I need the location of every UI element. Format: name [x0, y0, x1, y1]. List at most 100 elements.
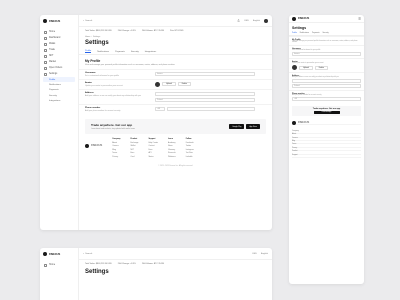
- address-row: Address Add your address so we can notify…: [289, 72, 364, 90]
- username-row: Username Set a customized nickname for yo…: [289, 45, 364, 58]
- download-app-button[interactable]: Download App: [313, 111, 340, 115]
- ticker-item: 24H Volume: BTC 35.3M: [141, 30, 164, 32]
- logo: FINEXUS: [43, 19, 75, 23]
- field-hint: Add your phone number for account securi…: [85, 109, 121, 112]
- market-ticker: Total Value: $803,213.30 USD 24H Change:…: [79, 27, 272, 35]
- mobile-top-bar: FINEXUS ☰: [289, 15, 364, 23]
- avatar[interactable]: [264, 18, 268, 23]
- footer-column: Product Exchange Wallet NFT Earn Card: [130, 138, 139, 158]
- sidebar-sub-integrations[interactable]: Integrations: [43, 99, 75, 104]
- tab-security[interactable]: Security: [323, 32, 329, 34]
- language-select[interactable]: English: [253, 20, 260, 22]
- desktop-window: FINEXUS Home Dashboard Wallet Trade NFT …: [40, 15, 272, 230]
- avatar: [155, 82, 160, 87]
- app-promo-banner: Trade anywhere. Get our app Download App: [292, 106, 361, 117]
- dashboard-icon: [44, 36, 47, 40]
- avatar-row: Avatar Update your avatar to personalize …: [289, 58, 364, 72]
- phone-field[interactable]: +48: [292, 97, 361, 101]
- address-field[interactable]: [155, 92, 255, 96]
- footer-logo: FINEXUS: [292, 120, 361, 125]
- tab-payments[interactable]: Payments: [312, 32, 320, 34]
- country-select[interactable]: Poland: [292, 84, 361, 88]
- bell-icon[interactable]: 🔔︎: [237, 19, 240, 22]
- promo-subtitle: Learn about trade markets, stay updated …: [91, 127, 135, 130]
- country-code-select[interactable]: +48: [155, 107, 165, 111]
- page-title: Settings: [85, 269, 109, 275]
- breadcrumb-home[interactable]: Home: [85, 36, 90, 38]
- mobile-window: FINEXUS ☰ Settings Profile Notifications…: [289, 15, 364, 284]
- tab-profile[interactable]: Profile: [292, 32, 297, 34]
- menu-icon[interactable]: ☰: [358, 17, 361, 21]
- page-title: Settings: [292, 26, 307, 30]
- copyright: © 2023 - 2025 Finexus Inc. All rights re…: [158, 164, 193, 167]
- tab-notifications[interactable]: Notifications: [300, 32, 309, 34]
- footer-column: Learn Academy News Glossary Research Webinars: [168, 138, 176, 158]
- ticker-item: 24H Change: +8.3%: [117, 30, 136, 32]
- tab-integrations[interactable]: Integrations: [145, 51, 156, 53]
- username-field[interactable]: finexus: [292, 52, 361, 56]
- section-header: My Profile View and manage your personal …: [289, 36, 364, 45]
- top-bar: ⌕ Search USD English: [79, 248, 272, 260]
- footer: FINEXUS Company About Careers Blog Terms Priv…: [79, 134, 272, 164]
- breadcrumb-current: Settings: [93, 36, 101, 38]
- address-field[interactable]: [292, 79, 361, 83]
- desktop-window-secondary: FINEXUS Home ⌕ Search USD English Total V…: [40, 248, 272, 300]
- logo-icon: [43, 252, 47, 256]
- logo-icon: [292, 16, 296, 21]
- phone-row: Phone number Add your phone number for ac…: [289, 90, 364, 103]
- app-promo-banner: Trade anywhere. Get our app Learn about t…: [85, 119, 266, 134]
- main-content: ⌕ Search 🔔︎ USD English Total Value: $803…: [79, 15, 272, 230]
- market-icon: [44, 60, 47, 64]
- tab-security[interactable]: Security: [131, 51, 139, 53]
- footer: FINEXUS Company About Careers Blog Terms…: [289, 119, 364, 160]
- orders-icon: [44, 66, 47, 70]
- ticker-item: Pair: BTC/USD: [169, 30, 184, 32]
- sidebar-item-home[interactable]: Home: [43, 262, 75, 268]
- logo: FINEXUS: [43, 252, 75, 256]
- footer-link[interactable]: Support: [292, 155, 361, 158]
- language-select[interactable]: English: [261, 253, 268, 255]
- chevron-right-icon: ›: [91, 36, 93, 38]
- delete-button[interactable]: Delete: [314, 65, 328, 70]
- sidebar: FINEXUS Home Dashboard Wallet Trade NFT …: [40, 15, 79, 230]
- section-title: My Profile: [85, 59, 101, 63]
- tab-payments[interactable]: Payments: [115, 51, 125, 53]
- phone-field[interactable]: [167, 107, 255, 111]
- footer-logo: FINEXUS: [85, 138, 102, 154]
- search-input[interactable]: ⌕ Search: [83, 251, 123, 256]
- upload-button[interactable]: Upload: [162, 82, 176, 86]
- tab-profile[interactable]: Profile: [85, 50, 92, 53]
- gear-icon: [44, 72, 47, 76]
- home-icon: [44, 263, 47, 267]
- field-hint: Add your address so we can notify you ab…: [85, 94, 142, 97]
- username-row: Username Set a customized nickname for yo…: [79, 69, 272, 79]
- logo-icon: [85, 143, 89, 148]
- market-ticker: Total Value: $803,213.30 USD 24H Change:…: [85, 263, 164, 265]
- brand-name: FINEXUS: [49, 19, 61, 23]
- page-title: Settings: [85, 40, 109, 46]
- logo: FINEXUS: [292, 16, 309, 21]
- currency-select[interactable]: USD: [252, 253, 257, 255]
- ticker-item: Total Value: $803,213.30 USD: [85, 30, 112, 32]
- app-store-button[interactable]: App Store: [246, 124, 260, 129]
- country-select[interactable]: Poland: [155, 98, 255, 102]
- logo-icon: [292, 120, 296, 125]
- nft-icon: [44, 54, 47, 58]
- phone-row: Phone number Add your phone number for ac…: [79, 104, 272, 114]
- trade-icon: [44, 48, 47, 52]
- footer-column: Support Help Center Contact Fees API Status: [148, 138, 159, 158]
- field-hint: Set a customized nickname for your profi…: [85, 74, 119, 77]
- wallet-icon: [44, 42, 47, 46]
- search-icon: ⌕: [83, 252, 85, 255]
- upload-button[interactable]: Upload: [299, 65, 313, 70]
- promo-title: Trade anywhere. Get our app: [91, 123, 133, 128]
- search-input[interactable]: ⌕ Search: [83, 18, 123, 23]
- field-hint: Update your avatar to personalize your a…: [85, 84, 123, 87]
- home-icon: [44, 30, 47, 34]
- currency-select[interactable]: USD: [244, 20, 249, 22]
- delete-button[interactable]: Delete: [177, 82, 191, 86]
- google-play-button[interactable]: Google Play: [229, 124, 245, 129]
- avatar-row: Avatar Update your avatar to personalize …: [79, 79, 272, 89]
- tab-notifications[interactable]: Notifications: [97, 51, 109, 53]
- username-field[interactable]: finexus: [155, 72, 255, 76]
